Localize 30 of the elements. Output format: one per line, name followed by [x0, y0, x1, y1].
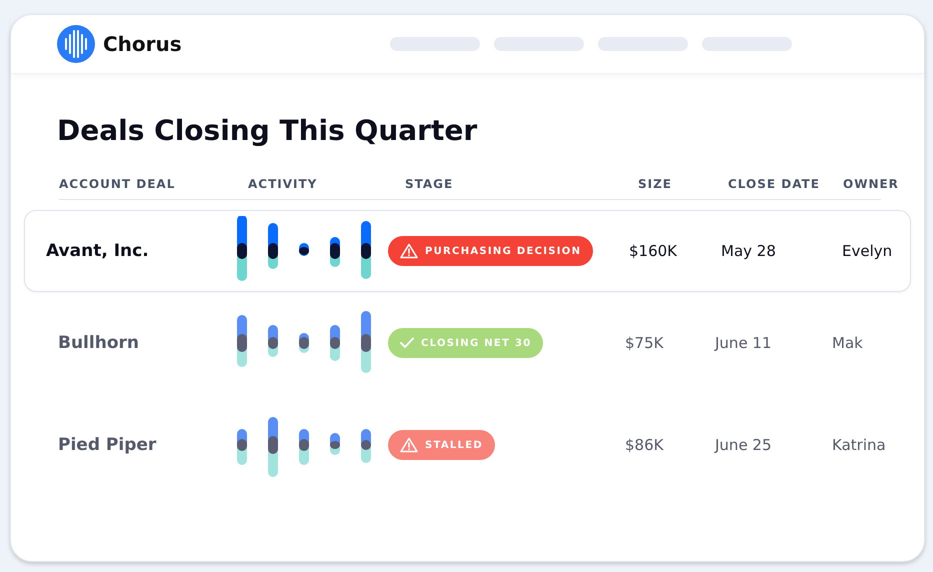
deal-size: $160K: [628, 242, 678, 260]
account-name: Pied Piper: [57, 435, 158, 455]
check-icon: [400, 337, 414, 349]
stage-badge: STALLED: [388, 430, 495, 460]
deal-row[interactable]: Pied Piper STALLED $86K June 25 Katrina: [24, 394, 911, 496]
deal-row[interactable]: Bullhorn CLOSING NET 30 $75K June 11 Mak: [24, 292, 911, 394]
deal-size: $75K: [625, 334, 664, 352]
account-name: Avant, Inc.: [46, 241, 150, 261]
owner-name: Evelyn: [841, 242, 894, 260]
column-header: OWNER: [843, 177, 899, 191]
warning-icon: [400, 437, 418, 453]
account-name: Bullhorn: [57, 333, 140, 353]
close-date: May 28: [720, 242, 777, 260]
column-header: STAGE: [405, 177, 454, 191]
column-header: ACTIVITY: [248, 177, 318, 191]
deal-size: $86K: [625, 436, 664, 454]
stage-badge: PURCHASING DECISION: [388, 236, 594, 266]
deal-row[interactable]: Avant, Inc. PURCHASING DECISION $160K May 28 Evelyn: [24, 210, 911, 292]
column-header: SIZE: [638, 177, 674, 191]
logo-icon: [57, 25, 95, 63]
owner-name: Katrina: [831, 436, 887, 454]
warning-icon: [400, 243, 418, 259]
stage-badge: CLOSING NET 30: [388, 328, 544, 358]
close-date: June 25: [715, 436, 773, 454]
brand-name: Chorus: [103, 32, 182, 56]
page-title: Deals Closing This Quarter: [57, 114, 478, 147]
column-header: CLOSE DATE: [728, 177, 821, 191]
owner-name: Mak: [831, 334, 864, 352]
column-header: ACCOUNT DEAL: [59, 177, 176, 191]
close-date: June 11: [715, 334, 773, 352]
